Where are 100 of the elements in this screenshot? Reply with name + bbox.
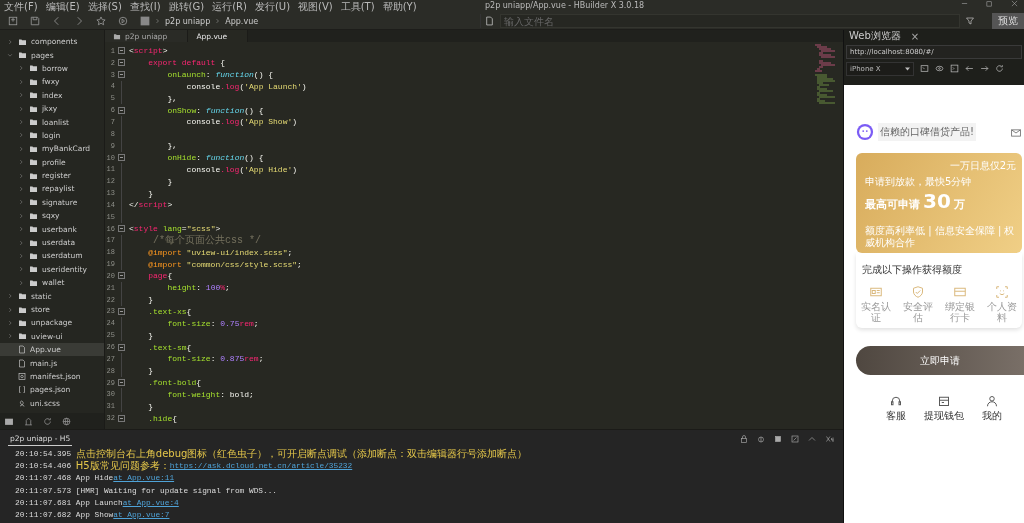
breadcrumb-item[interactable]: App.vue <box>225 16 259 26</box>
fold-toggle-icon[interactable] <box>117 71 125 79</box>
code-line: } <box>147 188 153 198</box>
code-line: } <box>147 366 153 376</box>
dropdown-caret-icon <box>905 66 910 71</box>
breadcrumb-item[interactable]: p2p uniapp <box>165 16 211 26</box>
fold-toggle-icon[interactable] <box>117 59 125 67</box>
window-title: p2p uniapp/App.vue - HBuilder X 3.0.18 <box>485 0 645 12</box>
code-line: .font-bold{ <box>147 378 202 388</box>
forward-arrow-icon[interactable] <box>980 64 989 73</box>
brackets-icon <box>18 385 26 395</box>
back-arrow-icon[interactable] <box>965 64 974 73</box>
fold-toggle-icon[interactable] <box>117 272 125 280</box>
eye-icon[interactable] <box>935 64 944 73</box>
menu-item[interactable]: 帮助(Y) <box>382 0 417 13</box>
features-text: 额度高利率低 | 信息安全保障 | 权威机构合作 <box>865 225 1016 249</box>
refresh-icon[interactable] <box>43 416 52 426</box>
fold-toggle-icon[interactable] <box>117 379 125 387</box>
menu-item[interactable]: 工具(T) <box>340 0 375 13</box>
shield-icon <box>911 286 925 298</box>
headset-icon <box>890 395 902 407</box>
folder-icon <box>113 32 121 40</box>
code-line: } <box>147 295 153 305</box>
new-file-icon[interactable] <box>8 16 18 26</box>
run-icon[interactable] <box>118 16 128 26</box>
apply-button[interactable]: 立即申请 <box>856 346 1024 375</box>
close-tab-button[interactable]: × <box>905 30 925 42</box>
lock-icon[interactable] <box>740 435 748 443</box>
menu-item[interactable]: 查找(I) <box>129 0 161 13</box>
menu-item[interactable]: 选择(S) <box>87 0 122 13</box>
nav-item[interactable]: 提现钱包 <box>924 395 964 423</box>
code-line: onHide: function() { <box>166 153 264 162</box>
file-search-field[interactable]: 输入文件名 <box>500 14 960 28</box>
code-line: <script> <box>129 46 168 56</box>
nav-item[interactable]: 客服 <box>886 395 906 423</box>
code-line: }, <box>166 93 177 103</box>
code-line: export default { <box>147 58 226 68</box>
code-line: @import "common/css/style.scss"; <box>147 259 302 269</box>
fold-toggle-icon[interactable] <box>117 106 125 114</box>
code-line: font-size: 0.875rem; <box>166 354 264 364</box>
slogan-text: 信赖的口碑借贷产品! <box>878 123 976 141</box>
id-card-icon <box>869 286 883 298</box>
stop-icon[interactable] <box>774 435 782 443</box>
code-line: console.log('App Show') <box>185 117 298 127</box>
amount-label: 最高可申请 <box>865 197 920 212</box>
clear-icon[interactable] <box>791 435 799 443</box>
preview-button[interactable]: 预览 <box>992 13 1024 29</box>
collapsed-caret-icon[interactable] <box>7 38 13 45</box>
menu-item[interactable]: 发行(U) <box>254 0 291 13</box>
reload-icon[interactable] <box>995 64 1004 73</box>
restore-icon[interactable] <box>986 0 993 7</box>
expanded-caret-icon[interactable] <box>7 52 13 59</box>
code-line: console.log('App Launch') <box>185 81 307 91</box>
logo-icon <box>856 123 874 141</box>
code-line: }, <box>166 141 177 151</box>
screenshot-icon[interactable] <box>920 64 929 73</box>
star-icon[interactable] <box>96 16 106 26</box>
code-line: onShow: function() { <box>166 105 264 115</box>
menu-item[interactable]: 运行(R) <box>212 0 247 13</box>
fold-toggle-icon[interactable] <box>117 414 125 422</box>
console-icon[interactable] <box>950 64 959 73</box>
collapse-icon[interactable] <box>808 435 816 443</box>
minimize-icon[interactable] <box>961 0 968 7</box>
code-line: } <box>166 176 173 186</box>
amount-value: 30 <box>923 189 951 213</box>
collapsed-caret-icon[interactable] <box>18 186 24 192</box>
save-icon[interactable] <box>30 16 40 26</box>
menu-item[interactable]: 视图(V) <box>298 0 333 13</box>
code-line: .text-sm{ <box>147 342 192 352</box>
nav-item[interactable]: 我的 <box>982 395 1002 423</box>
fold-toggle-icon[interactable] <box>117 225 125 233</box>
back-icon[interactable] <box>52 16 62 26</box>
code-line: <style lang="scss"> <box>129 224 221 234</box>
menu-item[interactable]: 编辑(E) <box>45 0 80 13</box>
forward-icon[interactable] <box>74 16 84 26</box>
filter-icon[interactable] <box>966 17 974 25</box>
fold-toggle-icon[interactable] <box>117 308 125 315</box>
globe-icon[interactable] <box>62 416 71 426</box>
code-line: /*每个页面公共css */ <box>152 233 261 248</box>
close-icon[interactable] <box>1011 0 1018 7</box>
code-line: } <box>147 401 153 411</box>
code-line: </script> <box>129 200 173 210</box>
fold-toggle-icon[interactable] <box>117 154 125 161</box>
face-scan-icon <box>995 286 1009 298</box>
style-file-icon <box>18 398 26 408</box>
code-line: font-size: 0.75rem; <box>166 318 259 328</box>
fold-toggle-icon[interactable] <box>117 343 125 351</box>
fold-toggle-icon[interactable] <box>117 47 125 55</box>
code-line: font-weight: bold; <box>166 389 254 399</box>
chevron-icon <box>215 18 221 24</box>
close-icon[interactable] <box>825 435 835 443</box>
mail-icon[interactable] <box>1010 127 1022 138</box>
amount-unit: 万 <box>953 197 965 212</box>
file-icon <box>485 16 494 26</box>
wallet-icon <box>938 395 950 407</box>
bank-card-icon <box>953 286 967 298</box>
menu-item[interactable]: 跳转(G) <box>168 0 205 13</box>
code-line: .text-xs{ <box>147 307 192 316</box>
browser-tab[interactable]: Web浏览器 <box>844 29 906 43</box>
menu-item[interactable]: 文件(F) <box>4 0 38 13</box>
